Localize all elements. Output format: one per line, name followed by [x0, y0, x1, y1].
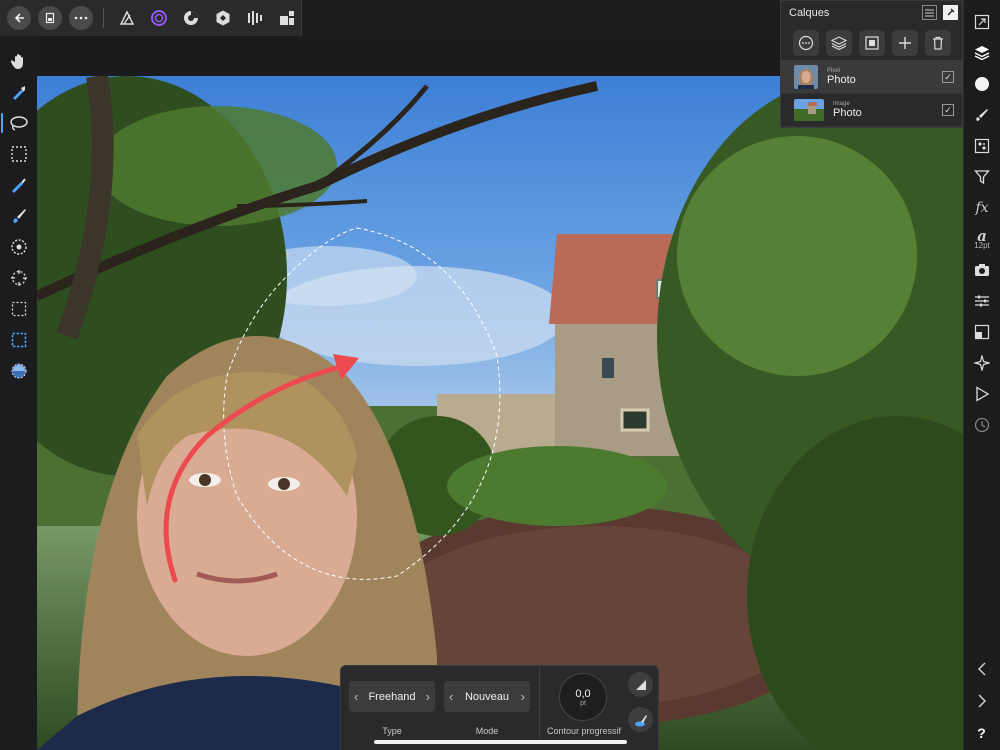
type-label: Type — [382, 726, 402, 736]
layer-name: Photo — [833, 107, 862, 119]
refine-brush-icon[interactable] — [628, 707, 653, 732]
layers-actions-bar — [781, 25, 962, 61]
right-bottom-nav: ? — [963, 658, 1000, 744]
layer-thumbnail — [794, 99, 824, 121]
feather-value: 0,0 — [575, 687, 591, 700]
feather-label: Contour progressif — [546, 726, 622, 736]
mode-value: Nouveau — [464, 690, 510, 703]
layers-icon[interactable] — [968, 42, 996, 64]
layer-visibility-checkbox[interactable]: ✓ — [942, 71, 954, 83]
chevron-right-icon[interactable]: › — [426, 689, 430, 704]
selection-brush-icon[interactable] — [5, 174, 33, 196]
play-icon[interactable] — [968, 383, 996, 405]
mode-label: Mode — [475, 726, 499, 736]
channels-icon[interactable] — [968, 135, 996, 157]
help-button[interactable]: ? — [968, 722, 996, 744]
home-indicator — [374, 740, 627, 744]
brush-icon[interactable] — [968, 104, 996, 126]
chevron-left-icon[interactable]: ‹ — [354, 689, 358, 704]
chevron-right-icon[interactable] — [968, 690, 996, 712]
plus-icon[interactable] — [891, 29, 918, 56]
text-icon[interactable]: a 12pt — [968, 228, 996, 250]
right-studio-tabs: 𝑓x a 12pt ? — [963, 0, 1000, 750]
layers-panel-title: Calques — [789, 7, 830, 19]
filter-icon[interactable] — [968, 166, 996, 188]
freehand-selection-icon[interactable] — [0, 112, 33, 134]
text-size-label: 12pt — [974, 240, 990, 250]
feather-dial[interactable]: 0,0 pt — [559, 673, 607, 721]
rectangle-marquee-icon[interactable] — [5, 143, 33, 165]
layer-row-pixel-photo[interactable]: Pixel Photo ✓ — [781, 61, 962, 94]
mask-icon[interactable] — [858, 29, 885, 56]
transform-icon[interactable] — [968, 321, 996, 343]
photo-composite — [37, 76, 963, 750]
tone-mapping-persona-icon[interactable] — [210, 6, 235, 30]
layer-row-image-photo[interactable]: Image Photo ✓ — [781, 94, 962, 127]
type-stepper[interactable]: ‹ Freehand › — [349, 681, 435, 712]
layer-name: Photo — [827, 74, 856, 86]
document-canvas[interactable] — [37, 76, 963, 750]
layers-header-buttons — [922, 5, 958, 20]
type-value: Freehand — [368, 690, 416, 703]
fx-icon[interactable]: 𝑓x — [968, 197, 996, 219]
layer-text: Pixel Photo — [827, 68, 856, 86]
more-icon[interactable] — [69, 6, 93, 30]
toolbar-divider — [539, 666, 540, 738]
document-icon[interactable] — [38, 6, 62, 30]
layers-stack-icon[interactable] — [825, 29, 852, 56]
paint-brush-icon[interactable] — [5, 205, 33, 227]
context-toolbar: ‹ Freehand › Type ‹ Nouveau › Mode 0,0 p… — [340, 665, 659, 750]
develop-persona-icon[interactable] — [178, 6, 203, 30]
antialias-icon[interactable] — [628, 672, 653, 697]
mode-stepper[interactable]: ‹ Nouveau › — [444, 681, 530, 712]
marquee-selection-icon[interactable] — [5, 267, 33, 289]
toolbar-divider — [103, 8, 104, 28]
tone-icon[interactable] — [968, 352, 996, 374]
back-arrow-icon[interactable] — [7, 6, 31, 30]
navigator-icon[interactable] — [968, 11, 996, 33]
rectangle-select-icon[interactable] — [5, 298, 33, 320]
feather-unit: pt — [580, 699, 586, 707]
more-icon[interactable] — [792, 29, 819, 56]
flood-select-icon[interactable] — [5, 236, 33, 258]
chevron-right-icon[interactable]: › — [521, 689, 525, 704]
arrange-icon[interactable] — [274, 6, 299, 30]
color-picker-icon[interactable] — [5, 81, 33, 103]
chevron-left-icon[interactable]: ‹ — [449, 689, 453, 704]
layer-text: Image Photo — [833, 101, 862, 119]
history-icon[interactable] — [968, 414, 996, 436]
chevron-left-icon[interactable] — [968, 658, 996, 680]
panel-menu-icon[interactable] — [922, 5, 937, 20]
main-toolbar — [0, 0, 302, 36]
layers-panel: Calques Pixel Photo ✓ Image Photo ✓ — [780, 0, 963, 128]
ellipse-select-icon[interactable] — [5, 329, 33, 351]
color-icon[interactable] — [968, 73, 996, 95]
hand-icon[interactable] — [5, 50, 33, 72]
liquify-persona-icon[interactable] — [146, 6, 171, 30]
left-toolbar — [0, 36, 37, 750]
camera-icon[interactable] — [968, 259, 996, 281]
layers-panel-header: Calques — [781, 1, 962, 25]
pin-panel-icon[interactable] — [943, 5, 958, 20]
export-persona-icon[interactable] — [242, 6, 267, 30]
refine-selection-icon[interactable] — [5, 360, 33, 382]
trash-icon[interactable] — [924, 29, 951, 56]
adjustments-icon[interactable] — [968, 290, 996, 312]
layer-visibility-checkbox[interactable]: ✓ — [942, 104, 954, 116]
photo-persona-icon[interactable] — [114, 6, 139, 30]
layer-thumbnail — [794, 65, 818, 89]
